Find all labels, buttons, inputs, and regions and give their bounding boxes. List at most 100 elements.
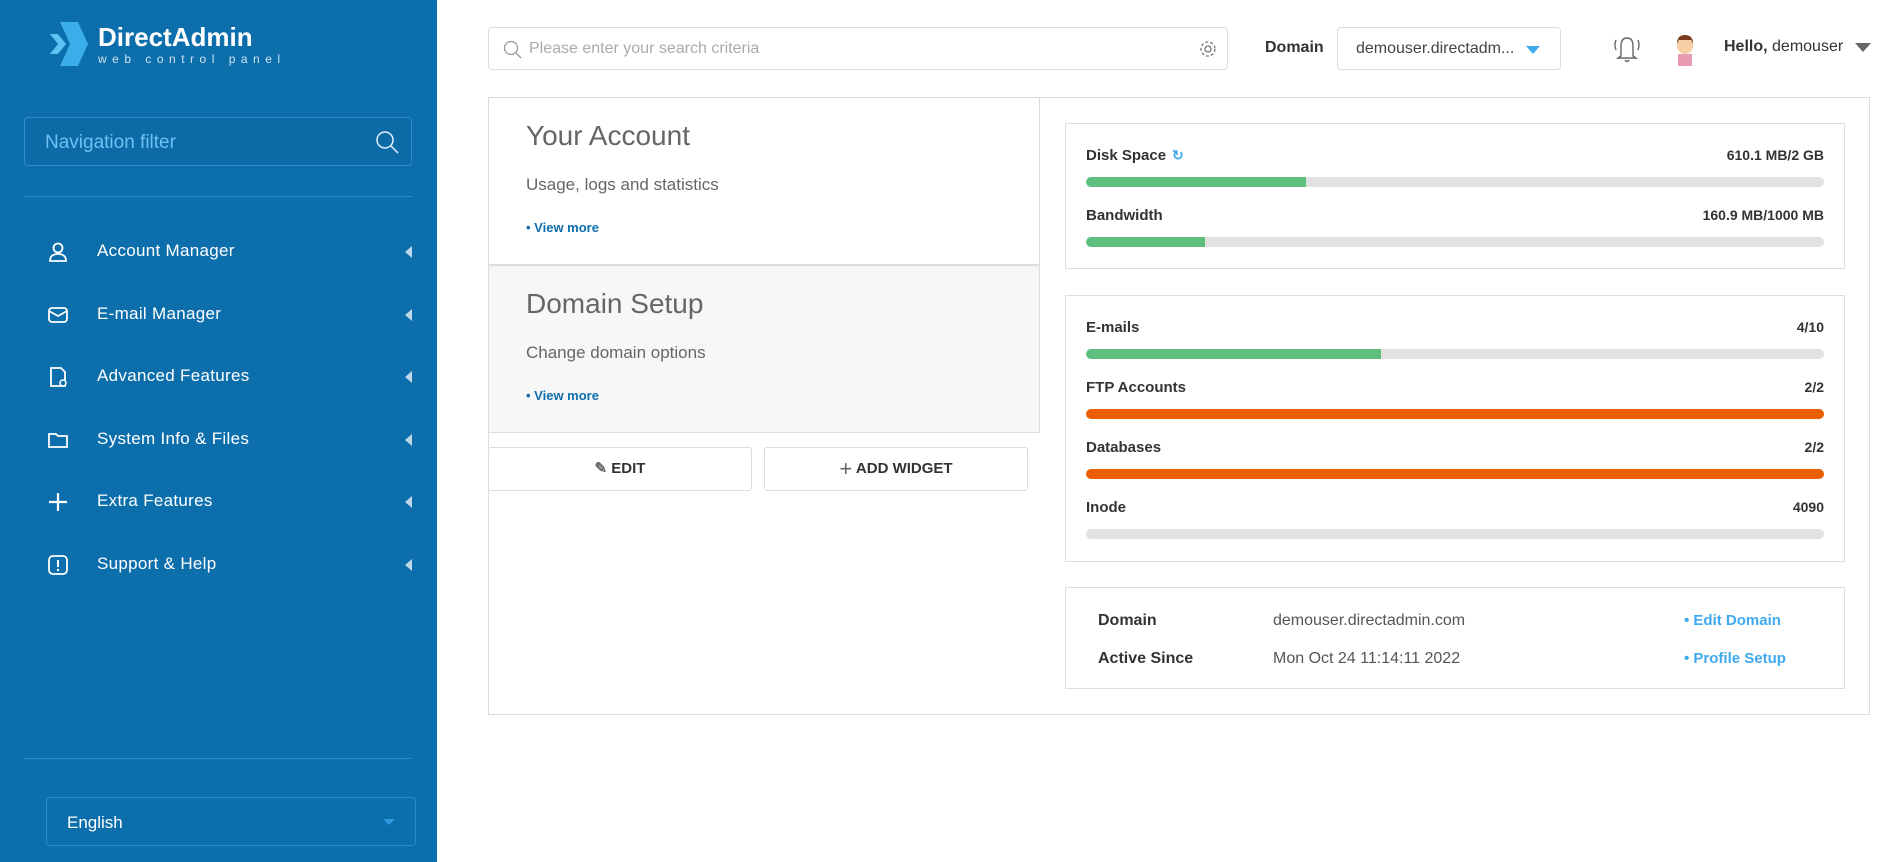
limits-box: E-mails 4/10 FTP Accounts 2/2 Databases 2/2 In… (1065, 295, 1845, 562)
divider (24, 196, 412, 197)
navigation-filter-input[interactable]: Navigation filter (24, 117, 412, 166)
stat-value: 2/2 (1804, 379, 1824, 395)
bell-icon[interactable] (1612, 32, 1642, 64)
sidebar-item-advanced-features[interactable]: Advanced Features (0, 351, 437, 403)
document-gear-icon (50, 367, 67, 387)
language-value: English (67, 813, 123, 832)
progress-bar (1086, 469, 1824, 479)
sidebar-item-label: Extra Features (97, 491, 213, 510)
domain-select-value: demouser.directadm... (1356, 40, 1515, 57)
hello-label: Hello, (1724, 38, 1768, 55)
stat-value: 4/10 (1796, 319, 1824, 335)
envelope-icon (48, 306, 68, 323)
chevron-left-icon (405, 246, 412, 258)
add-widget-button[interactable]: + ADD WIDGET (764, 447, 1028, 491)
navigation-filter-placeholder: Navigation filter (45, 132, 176, 153)
view-more-link[interactable]: • View more (526, 388, 599, 403)
user-menu-caret-icon[interactable] (1855, 43, 1871, 52)
chevron-left-icon (405, 371, 412, 383)
username: demouser (1772, 38, 1844, 55)
sidebar-item-label: Account Manager (97, 241, 235, 260)
sidebar-item-label: Support & Help (97, 553, 217, 573)
chevron-down-icon (383, 819, 395, 825)
sidebar-item-extra-features[interactable]: Extra Features (0, 476, 437, 528)
domain-select[interactable]: demouser.directadm... (1337, 27, 1561, 70)
progress-bar (1086, 529, 1824, 539)
exclamation-icon (48, 554, 68, 575)
chevron-left-icon (405, 433, 412, 446)
edit-button[interactable]: ✎ EDIT (488, 447, 752, 491)
stat-databases: Databases 2/2 (1086, 439, 1824, 489)
stat-name: FTP Accounts (1086, 379, 1187, 396)
stat-name: Databases (1086, 439, 1162, 456)
pencil-icon: ✎ (594, 460, 608, 477)
your-account-card[interactable]: Your Account Usage, logs and statistics … (488, 97, 1040, 265)
search-icon[interactable] (375, 130, 399, 154)
chevron-left-icon (405, 558, 412, 571)
sidebar-item-system-info-files[interactable]: System Info & Files (0, 414, 437, 466)
domain-label: Domain (1098, 612, 1157, 629)
sidebar-item-label: E-mail Manager (97, 303, 222, 323)
search-input[interactable]: Please enter your search criteria (488, 27, 1228, 70)
language-select[interactable]: English (46, 797, 416, 846)
domain-label: Domain (1265, 39, 1324, 56)
usage-box: Disk Space ↻ 610.1 MB/2 GB Bandwidth 160.9 M… (1065, 123, 1845, 269)
domain-setup-card[interactable]: Domain Setup Change domain options • Vie… (488, 265, 1040, 433)
stat-inode: Inode 4090 (1086, 499, 1824, 549)
progress-bar (1086, 237, 1824, 247)
stat-value: 160.9 MB/1000 MB (1702, 207, 1824, 223)
active-since-value: Mon Oct 24 11:14:11 2022 (1273, 650, 1461, 667)
divider (24, 758, 412, 759)
gear-icon[interactable] (1199, 40, 1217, 58)
stat-e-mails: E-mails 4/10 (1086, 319, 1824, 369)
edit-domain-link[interactable]: • Edit Domain (1684, 612, 1781, 629)
card-subtitle: Change domain options (526, 343, 706, 362)
stat-disk-space: Disk Space ↻ 610.1 MB/2 GB (1086, 147, 1824, 197)
progress-bar (1086, 409, 1824, 419)
edit-label: EDIT (611, 460, 646, 477)
stat-value: 2/2 (1804, 439, 1824, 455)
progress-fill (1086, 469, 1824, 479)
sidebar: DirectAdmin web control panel Navigation… (0, 0, 437, 862)
card-title: Domain Setup (526, 288, 704, 319)
stat-name: Inode (1086, 499, 1126, 516)
user-icon (49, 242, 67, 262)
progress-bar (1086, 349, 1824, 359)
refresh-icon[interactable]: ↻ (1172, 147, 1184, 163)
logo-icon (50, 22, 88, 66)
stat-bandwidth: Bandwidth 160.9 MB/1000 MB (1086, 207, 1824, 257)
stat-value: 4090 (1792, 499, 1824, 515)
progress-fill (1086, 349, 1382, 359)
logo-subtitle: web control panel (98, 52, 286, 66)
sidebar-item-support-help[interactable]: Support & Help (0, 539, 437, 591)
card-subtitle: Usage, logs and statistics (526, 175, 719, 194)
domain-info-box: Domain demouser.directadmin.com • Edit D… (1065, 587, 1845, 689)
sidebar-item-e-mail-manager[interactable]: E-mail Manager (0, 289, 437, 341)
profile-setup-link[interactable]: • Profile Setup (1684, 650, 1786, 667)
active-since-label: Active Since (1098, 650, 1194, 667)
chevron-left-icon (405, 308, 412, 321)
progress-bar (1086, 177, 1824, 187)
logo-title: DirectAdmin (98, 22, 253, 52)
sidebar-item-account-manager[interactable]: Account Manager (0, 226, 437, 278)
stat-ftp-accounts: FTP Accounts 2/2 (1086, 379, 1824, 429)
sidebar-item-label: System Info & Files (97, 428, 250, 448)
progress-fill (1086, 177, 1306, 187)
user-greeting[interactable]: Hello, demouser (1724, 38, 1843, 56)
sidebar-item-label: Advanced Features (97, 366, 250, 385)
chevron-down-icon (1526, 46, 1540, 54)
progress-fill (1086, 409, 1824, 419)
add-widget-label: ADD WIDGET (855, 460, 953, 477)
stat-name: Disk Space (1086, 147, 1167, 164)
plus-icon (49, 493, 67, 511)
search-icon (503, 40, 522, 59)
stat-name: E-mails (1086, 319, 1140, 336)
progress-fill (1086, 237, 1205, 247)
stat-value: 610.1 MB/2 GB (1726, 147, 1824, 163)
avatar[interactable] (1670, 30, 1700, 66)
chevron-left-icon (405, 496, 412, 508)
search-placeholder: Please enter your search criteria (529, 40, 760, 57)
folder-icon (48, 432, 68, 448)
view-more-link[interactable]: • View more (526, 220, 599, 235)
domain-value: demouser.directadmin.com (1273, 612, 1466, 629)
